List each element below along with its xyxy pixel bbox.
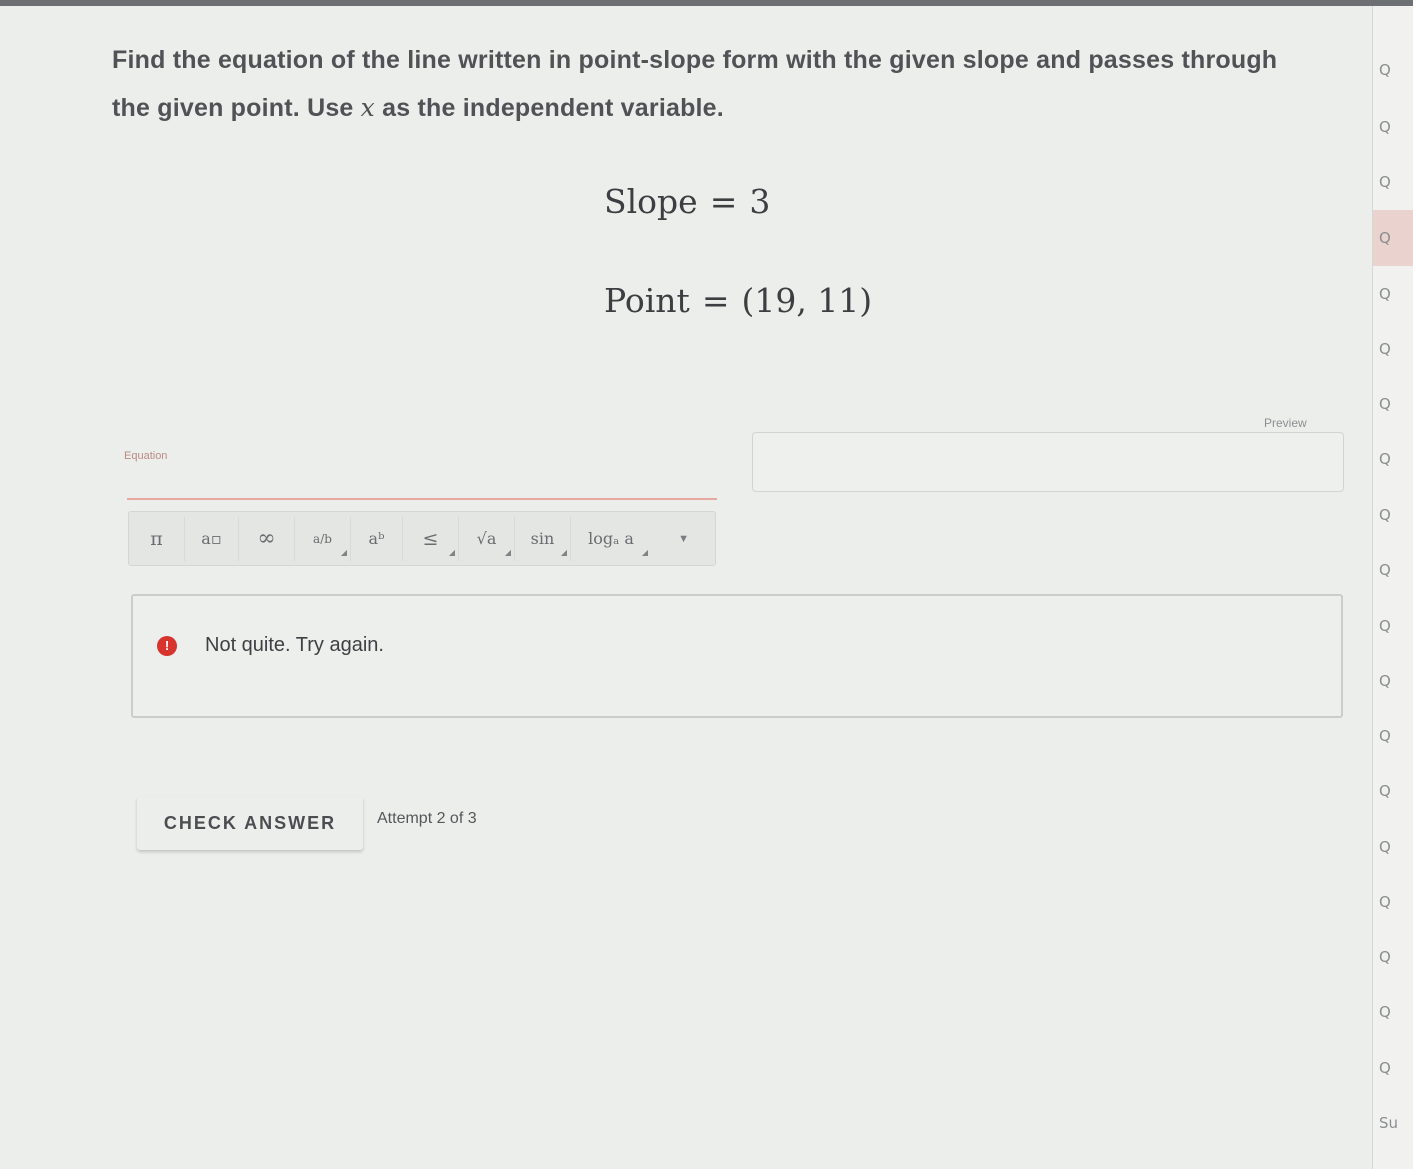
sqrt-icon[interactable]: √a ◢ [459,516,515,561]
superscript-symbol: a▫ [201,529,222,548]
root-dropdown-icon: ◢ [504,547,511,557]
fraction-icon[interactable]: a/b ◢ [295,516,351,561]
question-nav-item[interactable]: Q [1373,99,1413,155]
toolbar-more-chevron-down-icon[interactable]: ▼ [678,533,689,545]
question-nav-item[interactable]: Q [1373,266,1413,322]
fraction-symbol: a/b [313,531,332,546]
question-nav-item[interactable]: Q [1373,154,1413,210]
question-nav-item[interactable]: Q [1373,42,1413,98]
question-nav-summary[interactable]: Su [1373,1095,1413,1151]
question-nav-item[interactable]: Q [1373,708,1413,764]
slope-label: Slope [604,182,698,221]
error-icon: ! [157,636,177,656]
question-nav: Q Q Q Q Q Q Q Q Q Q Q Q Q Q Q Q Q Q Q Su [1372,6,1413,1169]
feedback-message: Not quite. Try again. [205,634,384,656]
infinity-symbol: ∞ [257,526,276,551]
question-nav-item[interactable]: Q [1373,984,1413,1040]
point-label: Point [604,281,690,320]
question-nav-item[interactable]: Q [1373,487,1413,543]
question-nav-item[interactable]: Q [1373,653,1413,709]
fraction-dropdown-icon: ◢ [340,547,347,557]
trig-icon[interactable]: sin ◢ [515,516,571,561]
question-text-after: as the independent variable. [374,94,724,122]
preview-box [752,432,1344,492]
question-nav-item[interactable]: Q [1373,376,1413,432]
power-icon[interactable]: aᵇ [351,516,403,561]
less-equal-symbol: ≤ [422,527,439,550]
equation-label: Equation [124,450,168,462]
math-toolbar: π a▫ ∞ a/b ◢ aᵇ ≤ ◢ √a ◢ sin ◢ logₐ a ◢ ▼ [128,511,716,566]
point-equals: = [701,281,730,320]
question-nav-item[interactable]: Q [1373,542,1413,598]
log-icon[interactable]: logₐ a ◢ [571,517,651,561]
question-nav-item[interactable]: Q [1373,819,1413,875]
question-nav-item[interactable]: Q [1373,929,1413,985]
question-text: Find the equation of the line written in… [112,36,1322,132]
pi-symbol: π [150,527,163,550]
question-nav-item[interactable]: Q [1373,431,1413,487]
superscript-icon[interactable]: a▫ [185,516,239,561]
attempt-counter: Attempt 2 of 3 [377,810,477,827]
question-variable: x [360,93,375,122]
trig-dropdown-icon: ◢ [560,547,567,557]
preview-label: Preview [1264,416,1307,430]
question-nav-item[interactable]: Q [1373,763,1413,819]
question-nav-item-active[interactable]: Q [1373,210,1413,266]
power-symbol: aᵇ [368,529,385,548]
question-nav-item[interactable]: Q [1373,321,1413,377]
sin-symbol: sin [530,529,555,548]
question-nav-item[interactable]: Q [1373,598,1413,654]
question-nav-item[interactable]: Q [1373,1040,1413,1096]
point-expression: Point = (19, 11) [604,281,872,320]
question-nav-item[interactable]: Q [1373,874,1413,930]
inequality-dropdown-icon: ◢ [448,547,455,557]
check-answer-button[interactable]: CHECK ANSWER [137,796,363,850]
log-dropdown-icon: ◢ [641,547,648,557]
slope-expression: Slope = 3 [604,182,770,221]
pi-icon[interactable]: π [129,516,185,561]
question-panel [0,6,1372,1169]
infinity-icon[interactable]: ∞ [239,516,295,561]
sqrt-symbol: √a [476,529,497,548]
log-symbol: logₐ a [588,529,634,548]
point-value: (19, 11) [741,281,873,320]
equation-input[interactable] [127,498,717,508]
less-equal-icon[interactable]: ≤ ◢ [403,516,459,561]
slope-equals: = [709,182,738,221]
slope-value: 3 [749,182,771,221]
feedback-box: ! Not quite. Try again. [131,594,1343,718]
